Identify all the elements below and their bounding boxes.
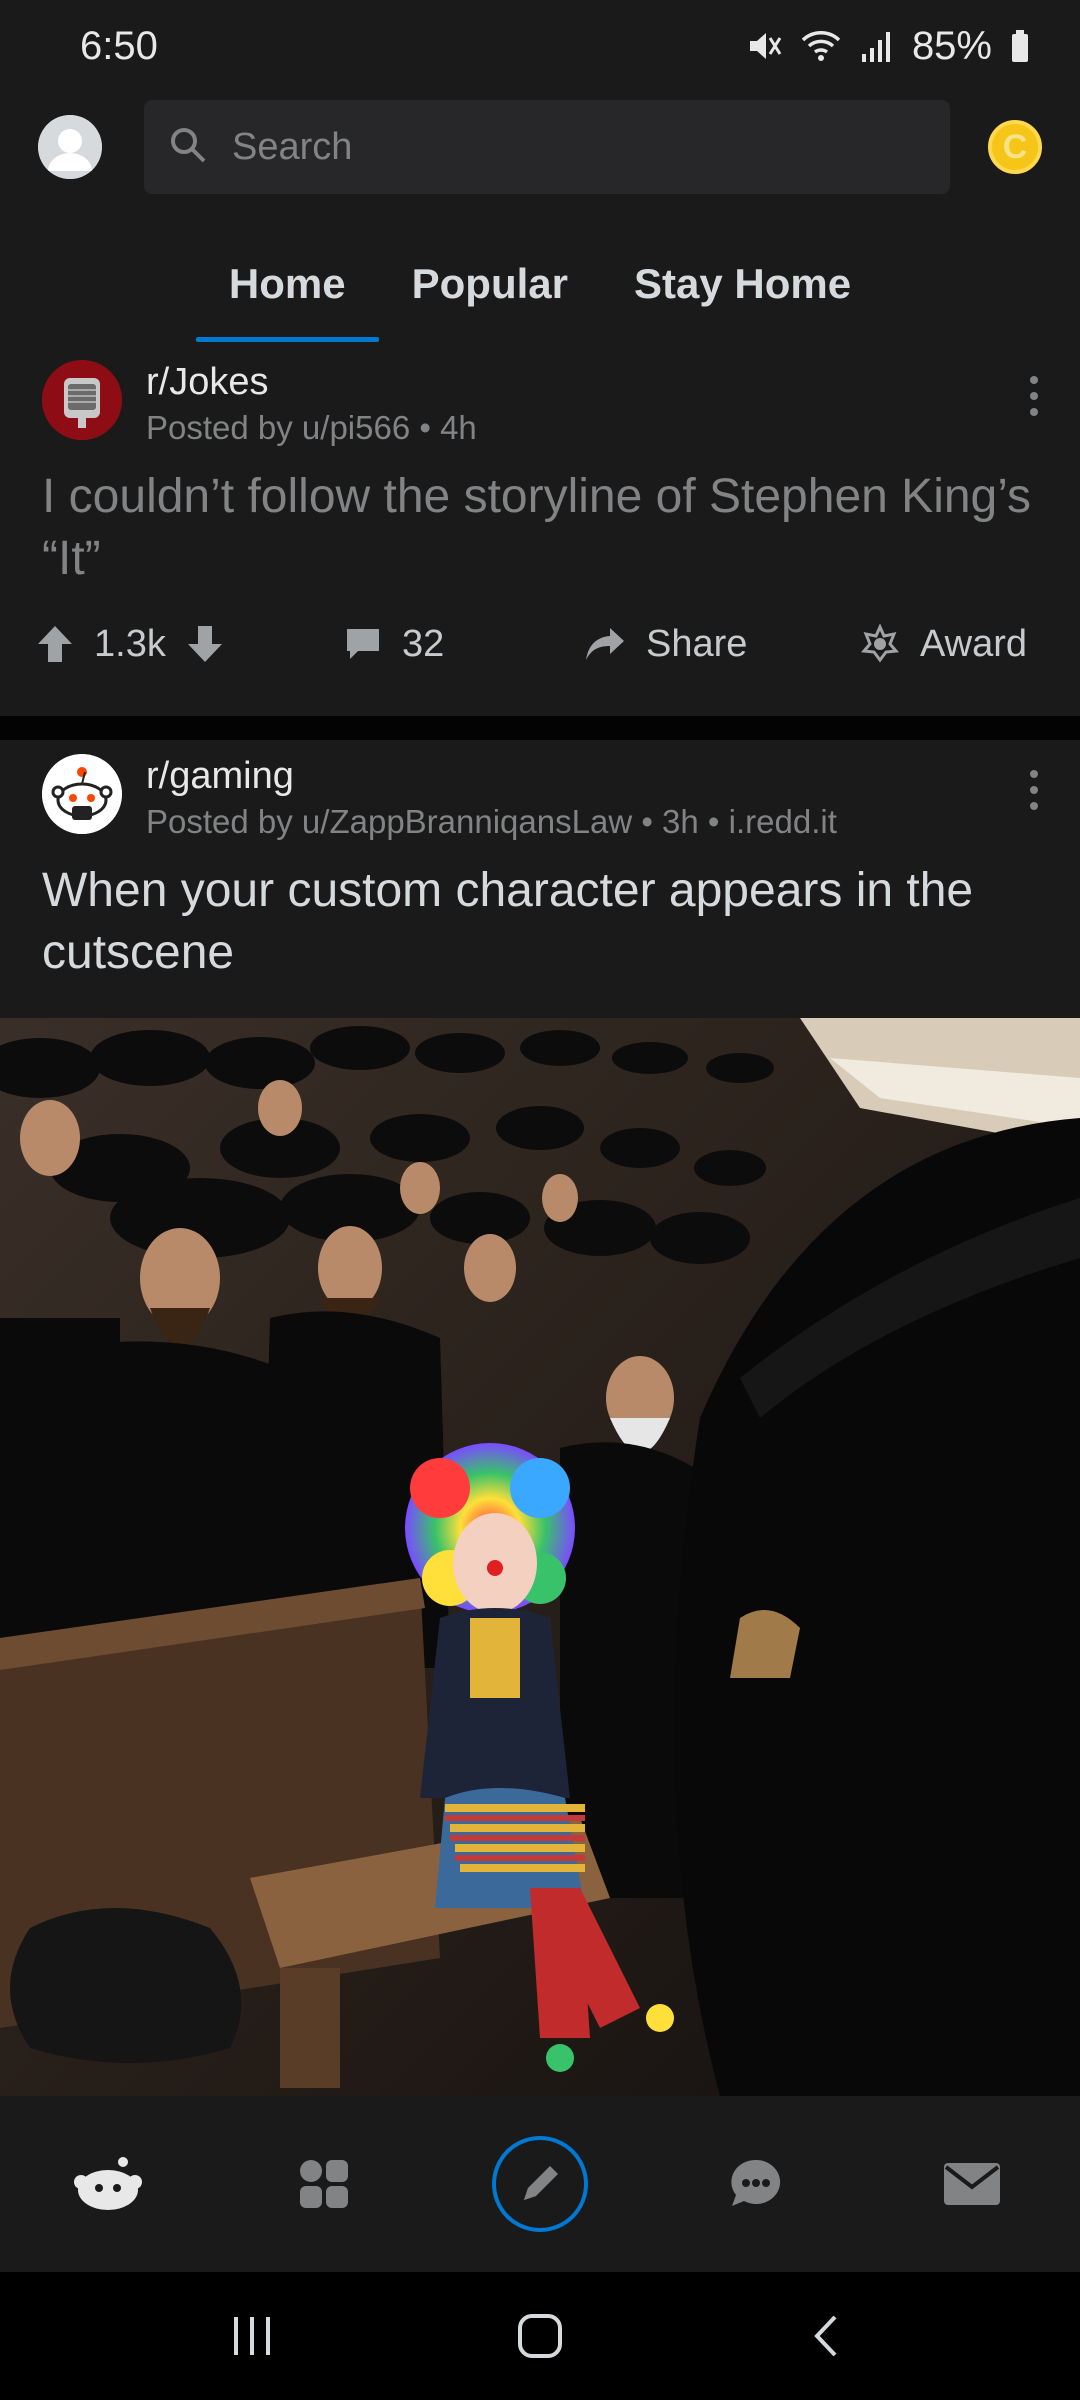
- posted-by[interactable]: Posted by u/ZappBranniqansLaw • 3h • i.r…: [146, 800, 837, 844]
- chat-icon[interactable]: [701, 2129, 811, 2239]
- post-header: r/Jokes Posted by u/pi566 • 4h: [0, 346, 1080, 466]
- back-icon[interactable]: [777, 2286, 877, 2386]
- status-icons: 85%: [746, 24, 1030, 69]
- signal-icon: [860, 28, 894, 64]
- home-button-icon[interactable]: [490, 2286, 590, 2386]
- post-meta: r/Jokes Posted by u/pi566 • 4h: [146, 360, 477, 450]
- subreddit-name[interactable]: r/Jokes: [146, 360, 477, 404]
- post-card[interactable]: r/gaming Posted by u/ZappBranniqansLaw •…: [0, 740, 1080, 2096]
- comment-icon: [344, 625, 382, 663]
- inbox-icon[interactable]: [917, 2129, 1027, 2239]
- feed-tabs: Home Popular Stay Home: [0, 232, 1080, 342]
- subreddit-jokes-icon[interactable]: [42, 360, 122, 440]
- status-time: 6:50: [80, 23, 158, 68]
- share-label: Share: [646, 622, 748, 665]
- award-button[interactable]: Award: [860, 623, 1027, 666]
- vote-count: 1.3k: [94, 622, 166, 665]
- award-icon: [860, 624, 900, 664]
- more-options-icon[interactable]: [1028, 376, 1040, 416]
- communities-icon[interactable]: [269, 2129, 379, 2239]
- recents-icon[interactable]: [203, 2286, 303, 2386]
- more-options-icon[interactable]: [1028, 770, 1040, 810]
- avatar-icon[interactable]: [38, 115, 102, 179]
- wifi-icon: [800, 28, 842, 64]
- reddit-app: 6:50 85% C: [0, 0, 1080, 2400]
- tab-home[interactable]: Home: [195, 232, 379, 342]
- post-image[interactable]: [0, 1018, 1080, 2096]
- subreddit-name[interactable]: r/gaming: [146, 754, 837, 798]
- top-header: C: [0, 92, 1080, 202]
- share-icon: [584, 626, 626, 662]
- post-card[interactable]: r/Jokes Posted by u/pi566 • 4h I couldn’…: [0, 346, 1080, 716]
- status-bar: 6:50 85%: [0, 0, 1080, 92]
- post-title[interactable]: I couldn’t follow the storyline of Steph…: [0, 466, 1080, 590]
- system-nav: [0, 2272, 1080, 2400]
- bottom-nav: [0, 2096, 1080, 2272]
- create-post-icon: [492, 2136, 588, 2232]
- comments-button[interactable]: 32: [344, 623, 584, 666]
- search-input[interactable]: [232, 125, 882, 169]
- create-post-button[interactable]: [485, 2129, 595, 2239]
- coin-letter: C: [1002, 127, 1028, 166]
- tab-popular[interactable]: Popular: [379, 232, 601, 342]
- battery-level: 85%: [911, 23, 992, 68]
- downvote-icon[interactable]: [186, 624, 224, 664]
- subreddit-gaming-icon[interactable]: [42, 754, 122, 834]
- comment-count: 32: [402, 622, 445, 665]
- post-separator: [0, 716, 1080, 740]
- home-icon[interactable]: [53, 2129, 163, 2239]
- tab-stay-home[interactable]: Stay Home: [601, 232, 884, 342]
- post-header: r/gaming Posted by u/ZappBranniqansLaw •…: [0, 740, 1080, 860]
- mute-icon: [746, 28, 782, 64]
- share-button[interactable]: Share: [584, 623, 860, 666]
- vote-group: 1.3k: [36, 623, 336, 666]
- search-icon: [168, 125, 208, 170]
- award-label: Award: [920, 622, 1028, 665]
- search-bar[interactable]: [144, 100, 950, 194]
- upvote-icon[interactable]: [36, 624, 74, 664]
- post-meta: r/gaming Posted by u/ZappBranniqansLaw •…: [146, 754, 837, 844]
- coin-icon[interactable]: C: [988, 120, 1042, 174]
- post-title[interactable]: When your custom character appears in th…: [0, 860, 1080, 984]
- post-actions: 1.3k 32 Share Award: [0, 604, 1080, 684]
- posted-by[interactable]: Posted by u/pi566 • 4h: [146, 406, 477, 450]
- battery-icon: [1010, 28, 1030, 64]
